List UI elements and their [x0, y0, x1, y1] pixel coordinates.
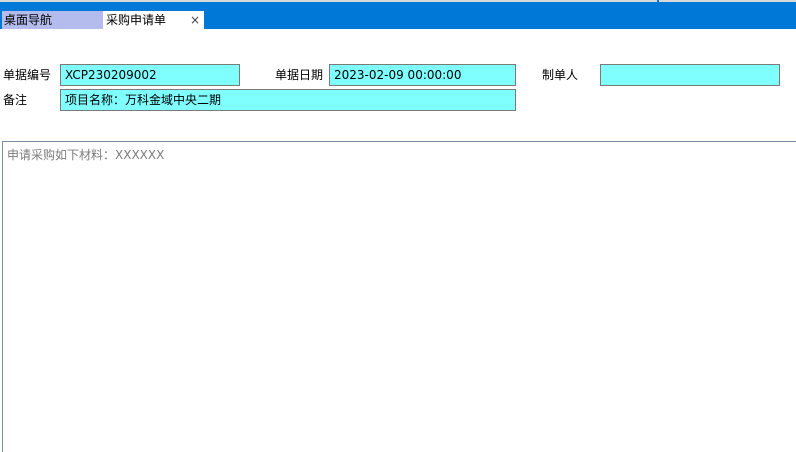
tab-bar: 桌面导航 采购申请单 ×: [0, 0, 796, 29]
remark-field[interactable]: 项目名称：万科金域中央二期: [60, 89, 516, 111]
creator-label: 制单人: [542, 68, 579, 82]
creator-field[interactable]: [600, 64, 780, 86]
tab-purchase-request[interactable]: 采购申请单 ×: [103, 11, 204, 29]
close-icon[interactable]: ×: [189, 11, 201, 29]
remark-label: 备注: [3, 93, 28, 107]
doc-number-label: 单据编号: [3, 68, 52, 82]
doc-date-label: 单据日期: [275, 68, 324, 82]
doc-date-field[interactable]: 2023-02-09 00:00:00: [329, 64, 516, 86]
tab-desktop-navigation[interactable]: 桌面导航: [2, 11, 103, 29]
tab-desktop-navigation-label: 桌面导航: [4, 13, 53, 27]
doc-number-field[interactable]: XCP230209002: [60, 64, 240, 86]
request-content-textarea[interactable]: 申请采购如下材料：XXXXXX: [2, 141, 796, 452]
tab-purchase-request-label: 采购申请单: [106, 13, 167, 27]
tab-bar-top-border: [0, 0, 796, 2]
